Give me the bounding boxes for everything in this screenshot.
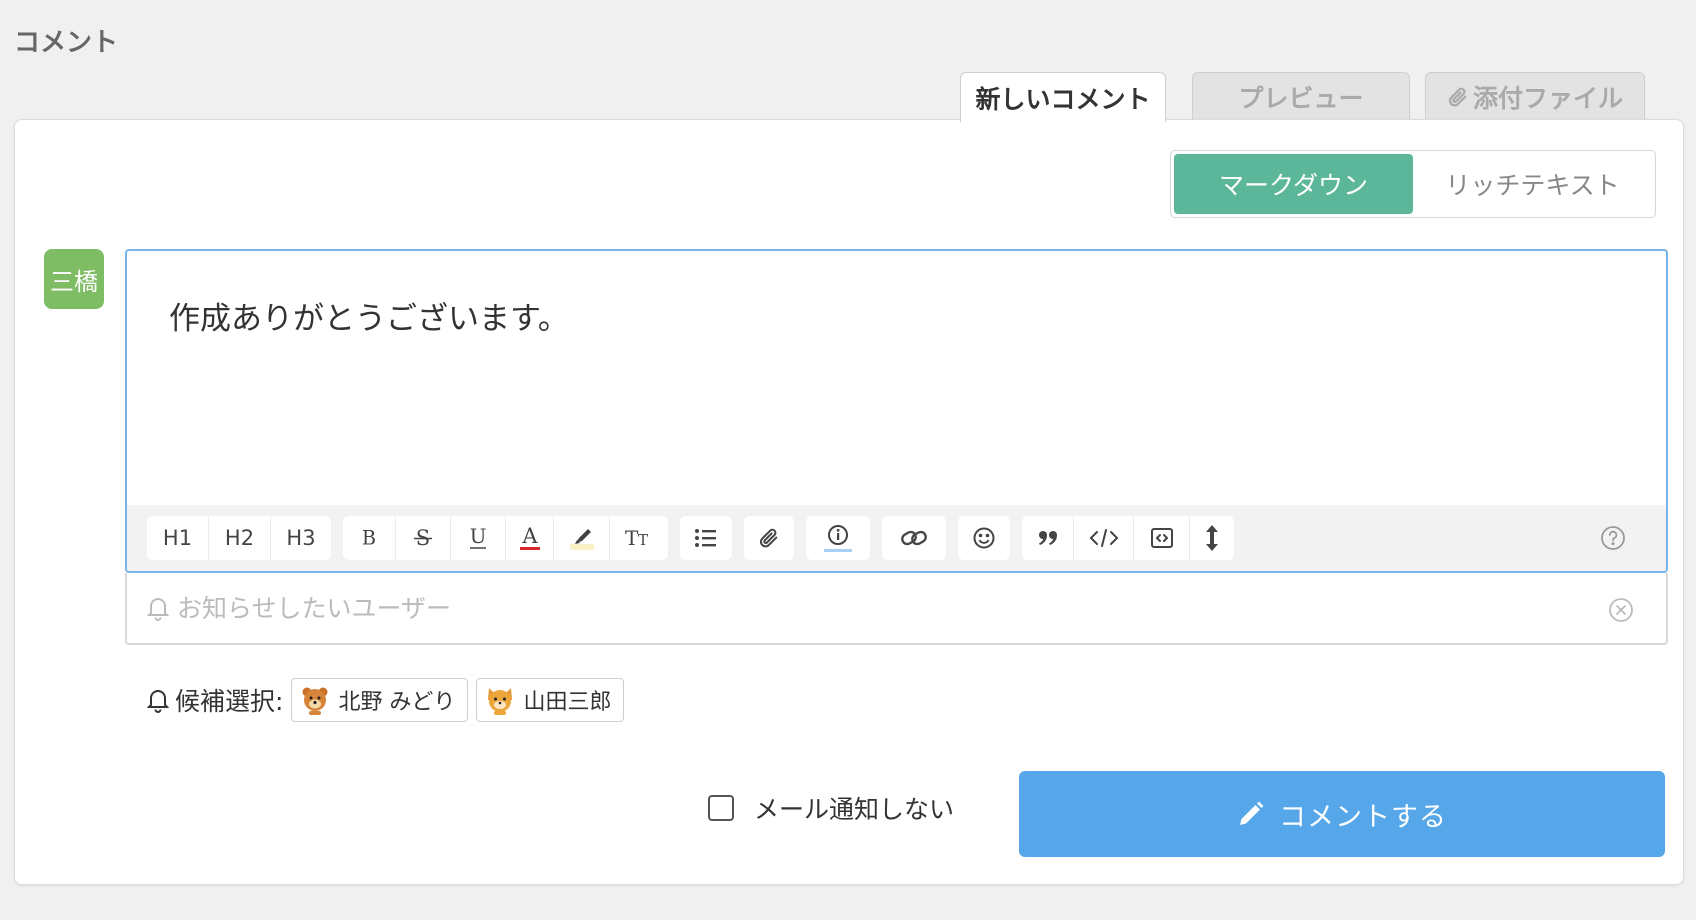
tab-new-comment-label: 新しいコメント bbox=[975, 84, 1151, 114]
info-group bbox=[806, 516, 870, 560]
mail-notify-option[interactable]: メール通知しない bbox=[708, 790, 954, 826]
svg-text:U: U bbox=[470, 525, 487, 548]
no-mail-checkbox[interactable] bbox=[708, 795, 734, 821]
help-icon[interactable] bbox=[1600, 525, 1626, 551]
attach-icon bbox=[759, 528, 778, 548]
cat-avatar-icon bbox=[488, 688, 513, 715]
resize-icon bbox=[1206, 525, 1218, 551]
code-button[interactable] bbox=[1074, 516, 1134, 560]
misc-group bbox=[1022, 516, 1234, 560]
mode-markdown-button[interactable]: マークダウン bbox=[1174, 154, 1413, 214]
highlight-icon bbox=[569, 529, 594, 550]
candidate-label: 候補選択: bbox=[175, 687, 284, 716]
tab-attachments[interactable]: 添付ファイル bbox=[1425, 72, 1645, 120]
code-icon bbox=[1089, 529, 1118, 547]
bell-icon bbox=[147, 598, 169, 621]
author-avatar: 三橋 bbox=[44, 249, 104, 309]
bullet-list-button[interactable] bbox=[680, 516, 732, 560]
paperclip-icon bbox=[1448, 87, 1467, 106]
mode-richtext-button[interactable]: リッチテキスト bbox=[1413, 154, 1652, 214]
comment-card: マークダウン リッチテキスト 三橋 作成ありがとうございます。 H1 H2 H3… bbox=[14, 119, 1684, 885]
code-block-icon bbox=[1150, 528, 1173, 548]
candidate-name: 山田三郎 bbox=[523, 690, 612, 715]
h1-button[interactable]: H1 bbox=[147, 516, 209, 560]
bold-button[interactable]: B bbox=[343, 516, 396, 560]
bullet-list-icon bbox=[695, 529, 716, 547]
submit-comment-button[interactable]: コメントする bbox=[1019, 771, 1665, 857]
info-button[interactable] bbox=[806, 516, 870, 560]
bold-icon: B bbox=[362, 526, 376, 549]
quote-button[interactable] bbox=[1022, 516, 1074, 560]
candidate-chip[interactable]: 山田三郎 bbox=[476, 678, 625, 722]
emoji-icon bbox=[973, 527, 995, 549]
tab-attachments-label: 添付ファイル bbox=[1472, 83, 1623, 113]
strikethrough-button[interactable]: S bbox=[396, 516, 451, 560]
submit-label: コメントする bbox=[1279, 801, 1447, 833]
emoji-button[interactable] bbox=[958, 516, 1010, 560]
h2-button[interactable]: H2 bbox=[209, 516, 271, 560]
strikethrough-icon: S bbox=[414, 526, 432, 550]
editor-toolbar: H1 H2 H3 B S U A T T bbox=[127, 505, 1666, 571]
text-color-icon: A bbox=[519, 524, 540, 550]
section-title: コメント bbox=[14, 28, 119, 58]
attach-button[interactable] bbox=[744, 516, 794, 560]
bell-icon bbox=[147, 690, 169, 713]
svg-text:B: B bbox=[362, 526, 376, 549]
quote-icon bbox=[1038, 531, 1057, 545]
text-color-button[interactable]: A bbox=[506, 516, 554, 560]
svg-text:T: T bbox=[625, 526, 639, 550]
comment-editor[interactable]: 作成ありがとうございます。 H1 H2 H3 B S U A T T bbox=[125, 249, 1668, 573]
clear-icon[interactable] bbox=[1608, 597, 1634, 623]
tab-preview[interactable]: プレビュー bbox=[1192, 72, 1410, 120]
resize-button[interactable] bbox=[1190, 516, 1234, 560]
candidate-chip[interactable]: 北野 みどり bbox=[291, 678, 469, 722]
pencil-icon bbox=[1240, 801, 1264, 825]
editor-mode-toggle: マークダウン リッチテキスト bbox=[1170, 150, 1656, 218]
underline-button[interactable]: U bbox=[451, 516, 506, 560]
svg-text:A: A bbox=[521, 524, 538, 548]
list-group bbox=[680, 516, 732, 560]
link-button[interactable] bbox=[882, 516, 946, 560]
heading-group: H1 H2 H3 bbox=[147, 516, 331, 560]
svg-text:T: T bbox=[638, 531, 648, 549]
candidate-users: 候補選択: 北野 みどり 山田三郎 bbox=[147, 678, 632, 722]
format-group: B S U A TT bbox=[343, 516, 668, 560]
notify-users-field bbox=[125, 573, 1668, 645]
candidate-name: 北野 みどり bbox=[338, 690, 456, 715]
attach-group bbox=[744, 516, 794, 560]
code-block-button[interactable] bbox=[1134, 516, 1190, 560]
font-size-icon: TT bbox=[625, 526, 648, 550]
tab-new-comment[interactable]: 新しいコメント bbox=[960, 72, 1166, 122]
no-mail-label: メール通知しない bbox=[754, 795, 955, 824]
highlight-button[interactable] bbox=[554, 516, 610, 560]
comment-textarea[interactable]: 作成ありがとうございます。 bbox=[169, 293, 569, 338]
notify-users-input[interactable] bbox=[177, 593, 1577, 623]
underline-icon: U bbox=[470, 525, 487, 549]
link-group bbox=[882, 516, 946, 560]
bear-avatar-icon bbox=[302, 687, 328, 715]
info-icon bbox=[824, 525, 852, 552]
emoji-group bbox=[958, 516, 1010, 560]
tab-preview-label: プレビュー bbox=[1238, 83, 1364, 113]
h3-button[interactable]: H3 bbox=[271, 516, 331, 560]
link-icon bbox=[901, 530, 927, 546]
font-size-button[interactable]: TT bbox=[610, 516, 668, 560]
